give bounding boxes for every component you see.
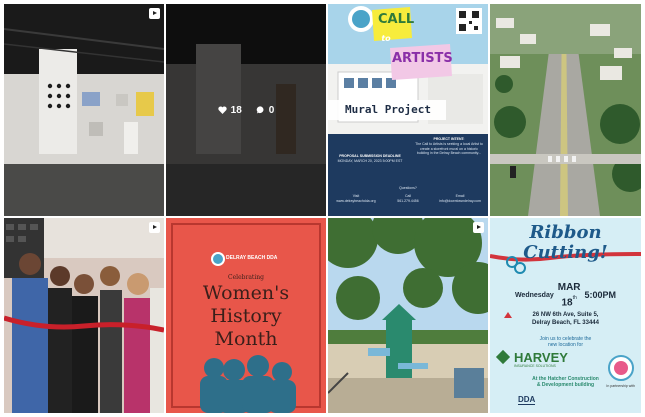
flyer-date-row: Wednesday MAR 18th 5:00PM [490,282,641,308]
call-title: CALL [378,12,415,27]
flyer-day: Wednesday [514,291,554,299]
likes-value: 18 [230,104,242,116]
ribbon-photo [4,218,164,413]
questions-label: Questions? [399,186,417,190]
reel-icon [149,8,160,19]
post-tile-hovered[interactable]: 18 0 [166,4,326,216]
flyer-partner-logo: DDA [518,395,536,405]
deadline-text: MONDAY, MARCH 20, 2023 5:00PM EST [337,159,403,163]
post-tile-womens-history[interactable]: DELRAY BEACH DDA Celebrating Women's His… [166,218,326,413]
call-subtitle: Mural Project [344,103,432,116]
flyer-address-1: 26 NW 6th Ave, Suite 5, [532,312,599,318]
aerial-photo [490,4,641,216]
heart-icon [217,106,227,114]
flyer-brand-sub: INSURANCE SOLUTIONS [514,364,556,368]
gallery-photo [4,4,164,216]
reel-icon [473,222,484,233]
call-artists: ARTISTS [392,51,453,66]
hover-overlay: 18 0 [166,4,326,216]
post-tile-ribbon-cutting-flyer[interactable]: Ribbon Cutting! Wednesday MAR 18th 5:00P… [490,218,641,413]
flyer-date: 18 [561,297,573,309]
whm-celebrating: Celebrating [228,274,264,281]
deadline-heading: PROPOSAL SUBMISSION DEADLINE [339,154,401,158]
comments-value: 0 [268,104,275,116]
intent-heading: PROJECT INTENT: [433,137,465,141]
comments-count: 0 [256,104,275,116]
flyer-brand: HARVEY [514,350,568,365]
whm-headline: Women's History Month [202,282,290,350]
email-label: Email [455,194,465,198]
flyer-month: MAR [557,282,581,293]
flyer-date-wrap: 18th [561,293,576,308]
comment-icon [256,106,264,114]
flyer-partner: In partnership with [606,384,635,388]
post-tile-gallery[interactable] [4,4,164,216]
call-value: 561.279.4456 [397,199,419,203]
reel-icon [149,222,160,233]
call-to: to [381,34,391,43]
post-tile-playground[interactable] [328,218,488,413]
playground-photo [328,218,488,413]
flyer-date-sup: th [572,295,577,301]
post-tile-call-to-artists[interactable]: CALL to ARTISTS Mural Project PROJECT IN… [328,4,488,216]
flyer-month-date: MAR 18th [558,282,581,308]
whm-org: DELRAY BEACH DDA [226,255,278,261]
flyer-invite-2: new location for [547,342,584,348]
intent-text: The Call to Artists is seeking a local A… [415,142,483,155]
post-tile-aerial-street[interactable] [490,4,641,216]
flyer-headline-2: Cutting! [523,242,608,263]
flyer-time: 5:00PM [584,290,617,301]
email-value: info@downtowndelray.com [439,199,481,203]
likes-count: 18 [217,104,242,116]
visit-label: Visit [352,194,360,198]
flyer-address-2: Delray Beach, FL 33444 [532,320,599,326]
flyer-headline-1: Ribbon [529,222,602,243]
visit-value: www.delraybeachdda.org [336,199,376,203]
call-label: Call [404,194,412,198]
post-tile-ribbon-photo[interactable] [4,218,164,413]
post-grid: 18 0 CALL to ARTISTS Mural Project PROJE… [0,0,645,417]
